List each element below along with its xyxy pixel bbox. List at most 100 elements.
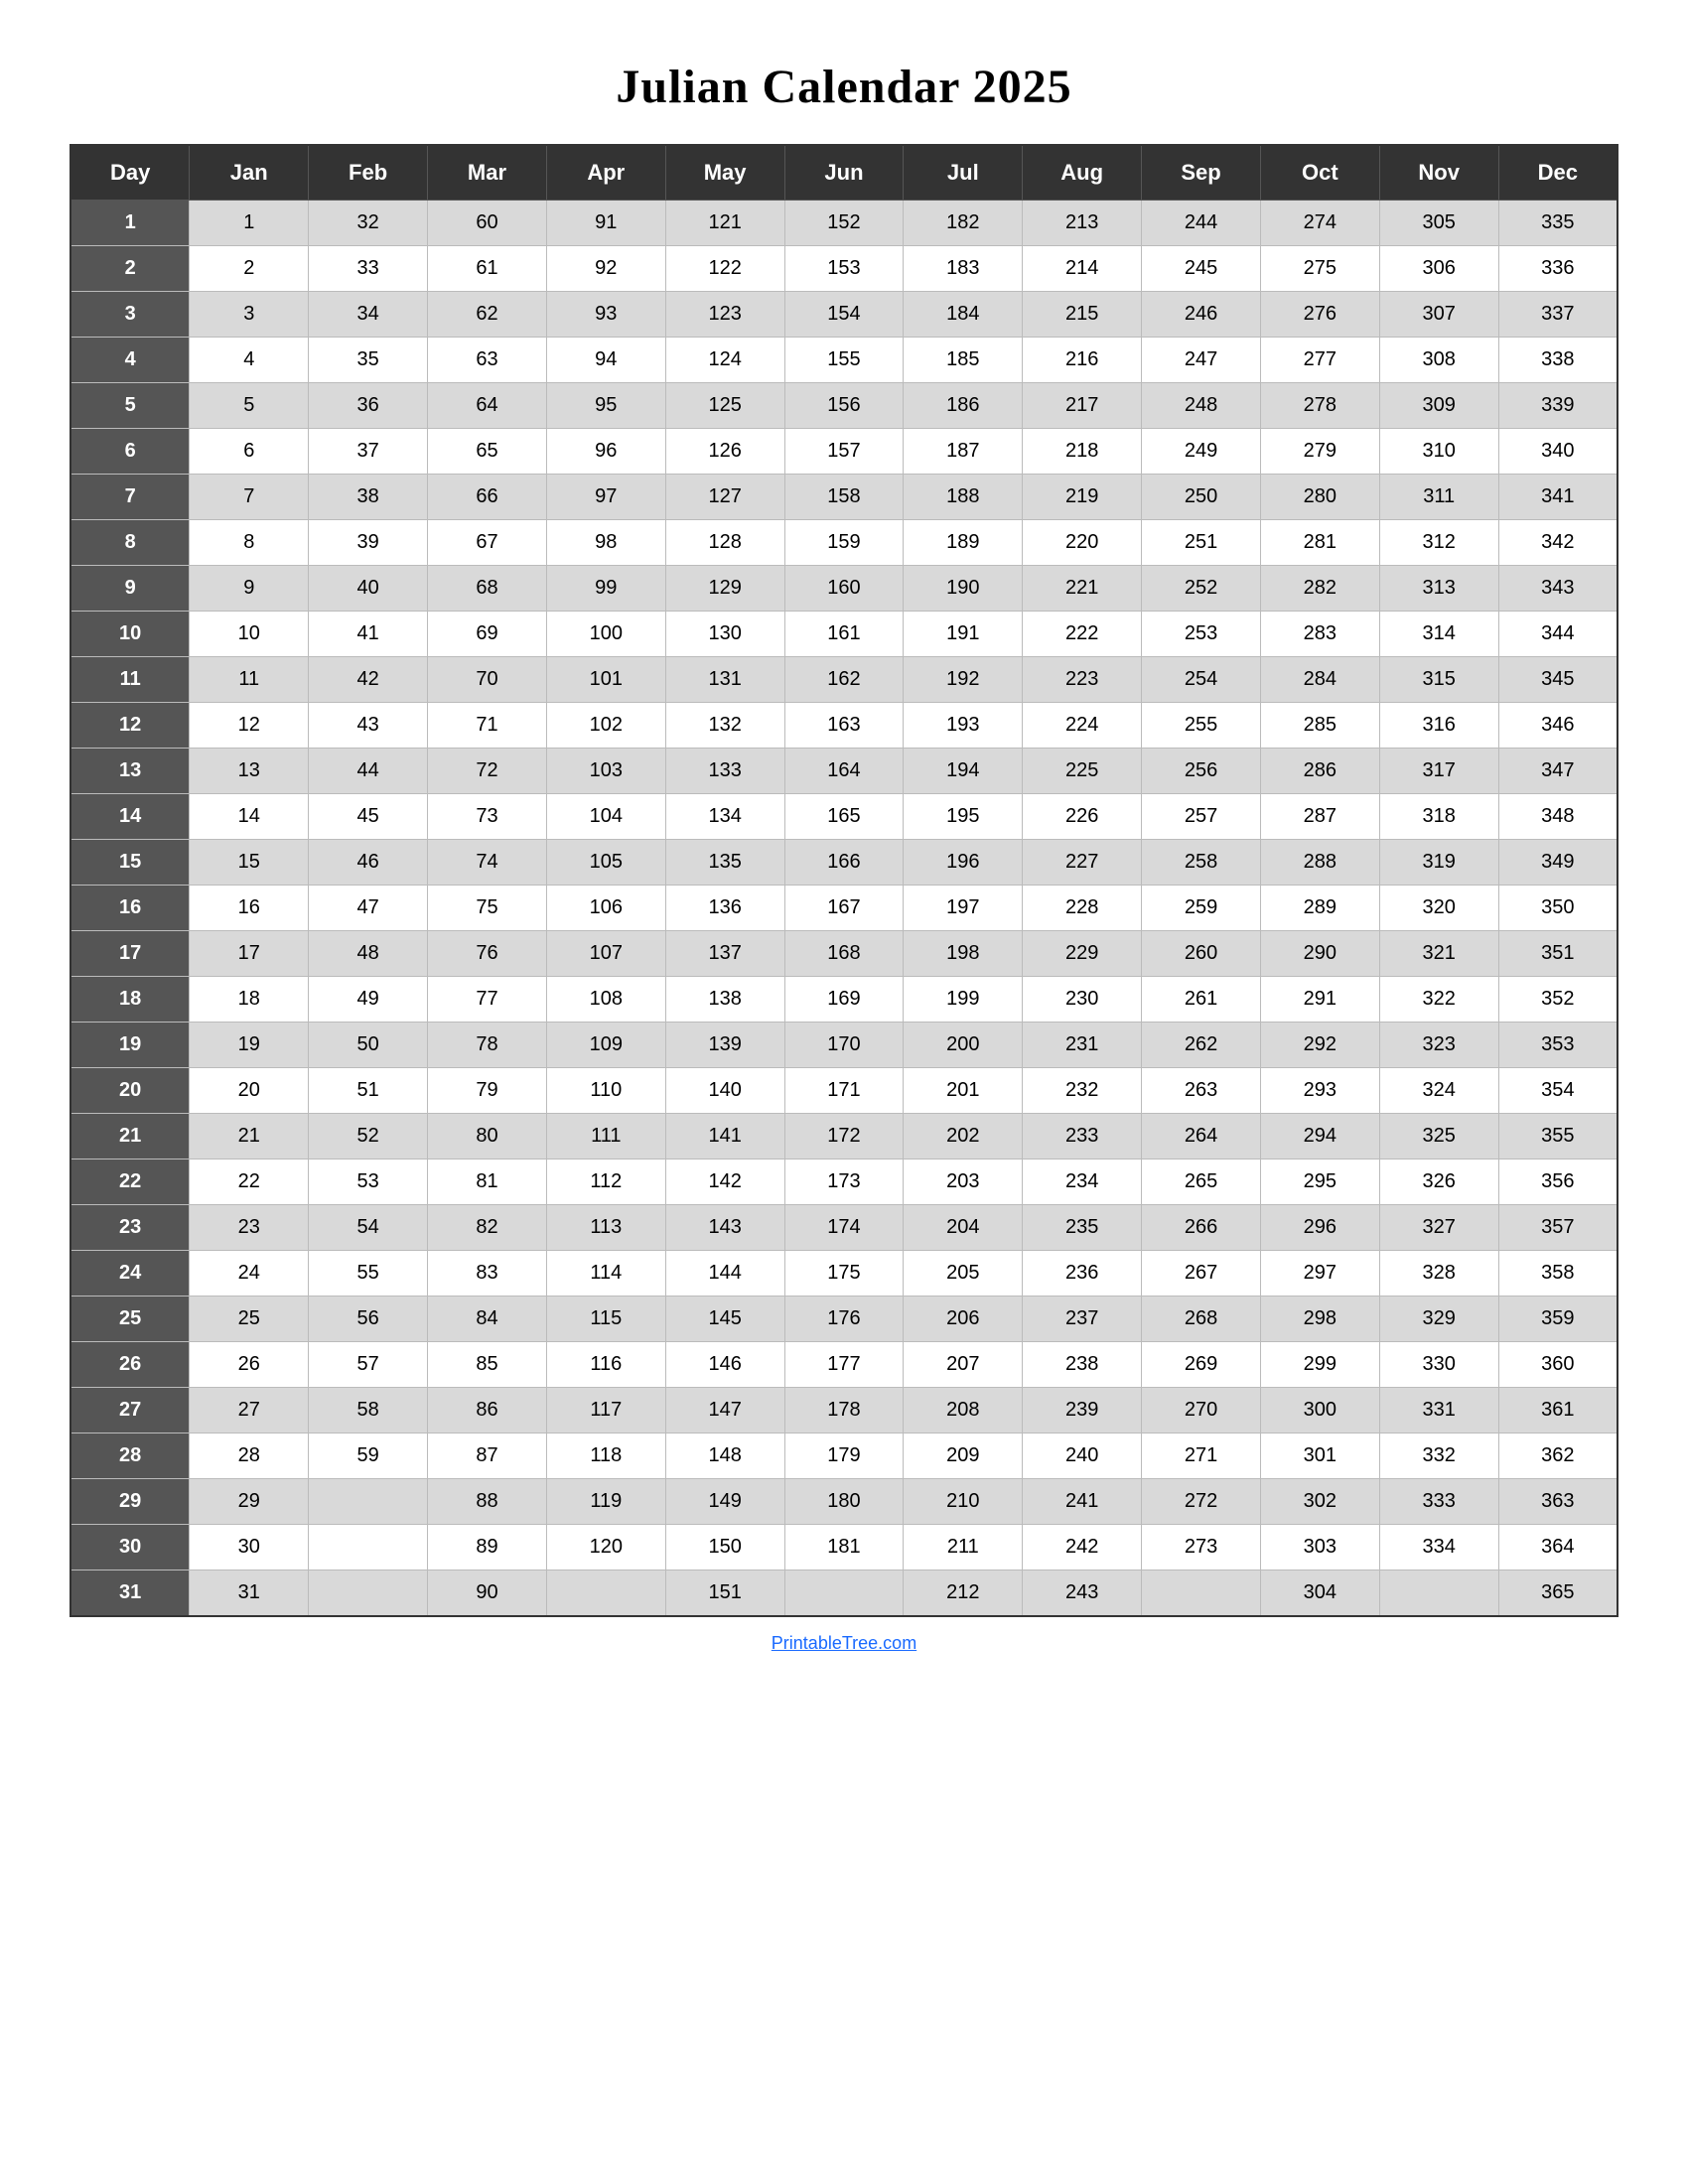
julian-day-value: 77 [428, 977, 547, 1023]
julian-day-value: 336 [1498, 246, 1618, 292]
column-header-oct: Oct [1260, 145, 1379, 201]
julian-day-value: 67 [428, 520, 547, 566]
julian-day-value: 177 [784, 1342, 904, 1388]
julian-day-value [309, 1570, 428, 1617]
julian-day-value: 229 [1023, 931, 1142, 977]
julian-day-value: 54 [309, 1205, 428, 1251]
julian-day-value: 22 [190, 1160, 309, 1205]
julian-day-value: 69 [428, 612, 547, 657]
julian-day-value: 166 [784, 840, 904, 886]
julian-day-value: 230 [1023, 977, 1142, 1023]
julian-day-value: 333 [1379, 1479, 1498, 1525]
julian-day-value: 68 [428, 566, 547, 612]
julian-day-value: 334 [1379, 1525, 1498, 1570]
day-number: 23 [70, 1205, 190, 1251]
julian-day-value: 65 [428, 429, 547, 475]
julian-day-value: 51 [309, 1068, 428, 1114]
day-number: 10 [70, 612, 190, 657]
julian-day-value: 119 [546, 1479, 665, 1525]
julian-day-value: 86 [428, 1388, 547, 1433]
julian-day-value: 265 [1142, 1160, 1261, 1205]
julian-day-value: 43 [309, 703, 428, 749]
julian-day-value: 257 [1142, 794, 1261, 840]
julian-day-value: 338 [1498, 338, 1618, 383]
julian-day-value: 258 [1142, 840, 1261, 886]
julian-day-value: 328 [1379, 1251, 1498, 1297]
julian-day-value: 71 [428, 703, 547, 749]
julian-day-value [784, 1570, 904, 1617]
julian-day-value: 152 [784, 201, 904, 246]
julian-day-value: 289 [1260, 886, 1379, 931]
julian-day-value: 66 [428, 475, 547, 520]
table-row: 24245583114144175205236267297328358 [70, 1251, 1618, 1297]
julian-day-value: 256 [1142, 749, 1261, 794]
julian-day-value: 248 [1142, 383, 1261, 429]
julian-day-value: 238 [1023, 1342, 1142, 1388]
julian-day-value: 48 [309, 931, 428, 977]
julian-day-value: 19 [190, 1023, 309, 1068]
julian-day-value: 61 [428, 246, 547, 292]
julian-day-value: 20 [190, 1068, 309, 1114]
julian-day-value: 332 [1379, 1433, 1498, 1479]
julian-day-value: 350 [1498, 886, 1618, 931]
table-row: 55366495125156186217248278309339 [70, 383, 1618, 429]
julian-day-value: 131 [665, 657, 784, 703]
julian-day-value: 92 [546, 246, 665, 292]
julian-day-value: 287 [1260, 794, 1379, 840]
julian-day-value: 321 [1379, 931, 1498, 977]
julian-day-value: 41 [309, 612, 428, 657]
julian-day-value: 285 [1260, 703, 1379, 749]
julian-day-value: 345 [1498, 657, 1618, 703]
day-number: 31 [70, 1570, 190, 1617]
julian-day-value: 245 [1142, 246, 1261, 292]
julian-day-value: 102 [546, 703, 665, 749]
julian-day-value: 161 [784, 612, 904, 657]
julian-day-value: 139 [665, 1023, 784, 1068]
julian-day-value: 138 [665, 977, 784, 1023]
julian-day-value [309, 1479, 428, 1525]
julian-day-value: 134 [665, 794, 784, 840]
julian-day-value: 223 [1023, 657, 1142, 703]
julian-day-value: 318 [1379, 794, 1498, 840]
julian-day-value: 97 [546, 475, 665, 520]
julian-day-value: 298 [1260, 1297, 1379, 1342]
julian-day-value: 319 [1379, 840, 1498, 886]
julian-day-value: 234 [1023, 1160, 1142, 1205]
julian-day-value: 123 [665, 292, 784, 338]
julian-day-value: 206 [904, 1297, 1023, 1342]
julian-day-value: 45 [309, 794, 428, 840]
julian-day-value: 340 [1498, 429, 1618, 475]
column-header-nov: Nov [1379, 145, 1498, 201]
julian-day-value: 32 [309, 201, 428, 246]
julian-day-value: 113 [546, 1205, 665, 1251]
julian-day-value: 231 [1023, 1023, 1142, 1068]
julian-day-value: 236 [1023, 1251, 1142, 1297]
julian-day-value: 183 [904, 246, 1023, 292]
julian-day-value: 150 [665, 1525, 784, 1570]
julian-day-value: 98 [546, 520, 665, 566]
julian-day-value: 325 [1379, 1114, 1498, 1160]
julian-day-value: 7 [190, 475, 309, 520]
julian-day-value: 101 [546, 657, 665, 703]
julian-day-value: 310 [1379, 429, 1498, 475]
julian-day-value: 247 [1142, 338, 1261, 383]
julian-day-value: 228 [1023, 886, 1142, 931]
julian-day-value: 40 [309, 566, 428, 612]
julian-day-value: 316 [1379, 703, 1498, 749]
julian-day-value: 237 [1023, 1297, 1142, 1342]
julian-day-value: 270 [1142, 1388, 1261, 1433]
julian-day-value: 174 [784, 1205, 904, 1251]
day-number: 18 [70, 977, 190, 1023]
julian-day-value: 201 [904, 1068, 1023, 1114]
column-header-dec: Dec [1498, 145, 1618, 201]
julian-day-value: 213 [1023, 201, 1142, 246]
footer-link[interactable]: PrintableTree.com [772, 1633, 916, 1654]
day-number: 17 [70, 931, 190, 977]
julian-day-value: 58 [309, 1388, 428, 1433]
table-row: 66376596126157187218249279310340 [70, 429, 1618, 475]
julian-day-value: 8 [190, 520, 309, 566]
julian-day-value: 186 [904, 383, 1023, 429]
julian-day-value: 335 [1498, 201, 1618, 246]
julian-day-value: 307 [1379, 292, 1498, 338]
table-row: 19195078109139170200231262292323353 [70, 1023, 1618, 1068]
